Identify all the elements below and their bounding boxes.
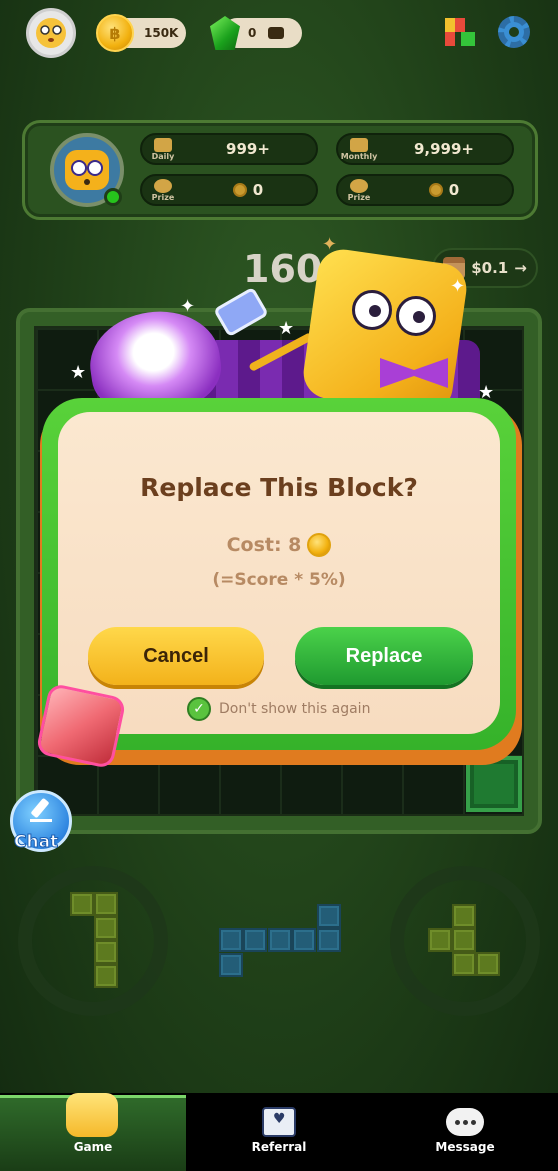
- chat-label: Chat: [13, 832, 59, 853]
- online-status-dot: [104, 188, 122, 206]
- current-score: 160: [243, 247, 323, 291]
- nav-label-game: Game: [73, 1140, 113, 1154]
- profile-avatar[interactable]: [26, 8, 76, 58]
- coin-icon: [428, 183, 443, 197]
- prize-pill-left[interactable]: Prize 0: [140, 174, 318, 206]
- prize-badge: Prize: [342, 178, 376, 202]
- olive-step-piece[interactable]: [428, 904, 502, 978]
- replace-button[interactable]: Replace: [295, 627, 473, 685]
- arrow-right-icon: →: [514, 259, 527, 277]
- prize-medal-icon: [350, 178, 368, 193]
- mascot-eye-icon: [352, 290, 392, 330]
- mascot-eye-icon: [396, 296, 436, 336]
- sparkle-icon: ✦: [322, 234, 338, 255]
- sparkle-icon: ★: [278, 318, 295, 339]
- referral-icon: [262, 1107, 296, 1137]
- dont-show-again-checkbox[interactable]: ✓ Don't show this again: [187, 697, 370, 721]
- monthly-label: Monthly: [340, 151, 378, 161]
- daily-label: Daily: [151, 151, 175, 161]
- prize-medal-icon: [154, 178, 172, 193]
- message-icon: [446, 1108, 484, 1136]
- dont-show-again-label: Don't show this again: [219, 701, 371, 717]
- nav-label-message: Message: [435, 1140, 495, 1154]
- trophy-icon: [350, 137, 368, 152]
- checkmark-icon: ✓: [187, 697, 211, 721]
- prize-value-left: 0: [252, 181, 264, 199]
- prize-label-right: Prize: [347, 192, 371, 202]
- cancel-button[interactable]: Cancel: [88, 627, 264, 685]
- cost-label: Cost: 8: [226, 534, 302, 556]
- apps-icon[interactable]: [445, 18, 475, 48]
- nav-label-referral: Referral: [251, 1140, 307, 1154]
- coin-balance-value: 150K: [144, 26, 179, 40]
- coin-icon: [232, 183, 247, 197]
- daily-value: 999+: [226, 140, 270, 158]
- dialog-title: Replace This Block?: [140, 473, 418, 502]
- sparkle-icon: ★: [70, 362, 87, 383]
- prize-pill-right[interactable]: Prize 0: [336, 174, 514, 206]
- cost-line: Cost: 8: [58, 533, 500, 557]
- dizzy-face-icon: [36, 18, 66, 48]
- cost-formula: (=Score * 5%): [212, 570, 346, 590]
- sparkle-icon: ✦: [180, 296, 196, 317]
- coin-icon: [307, 533, 332, 557]
- trophy-icon: [154, 137, 172, 152]
- pen-icon: [30, 800, 52, 822]
- gem-balance-value: 0: [248, 26, 257, 40]
- settings-gear-icon[interactable]: [498, 16, 530, 48]
- monthly-rank-pill[interactable]: Monthly 9,999+: [336, 133, 514, 165]
- cash-prize-amount: $0.1: [471, 259, 509, 277]
- daily-rank-pill[interactable]: Daily 999+: [140, 133, 318, 165]
- sparkle-icon: ✦: [450, 276, 466, 297]
- monthly-value: 9,999+: [413, 140, 474, 158]
- prize-label-left: Prize: [151, 192, 175, 202]
- prize-value-right: 0: [448, 181, 460, 199]
- game-mascot-icon: [66, 1093, 118, 1137]
- teal-piece[interactable]: [219, 904, 341, 978]
- daily-badge: Daily: [146, 137, 180, 161]
- olive-piece[interactable]: [70, 892, 120, 990]
- mascot-character: [300, 246, 470, 416]
- monthly-badge: Monthly: [340, 137, 378, 161]
- coin-icon: ฿: [96, 14, 134, 52]
- prize-badge: Prize: [146, 178, 180, 202]
- wallet-icon: [268, 27, 285, 39]
